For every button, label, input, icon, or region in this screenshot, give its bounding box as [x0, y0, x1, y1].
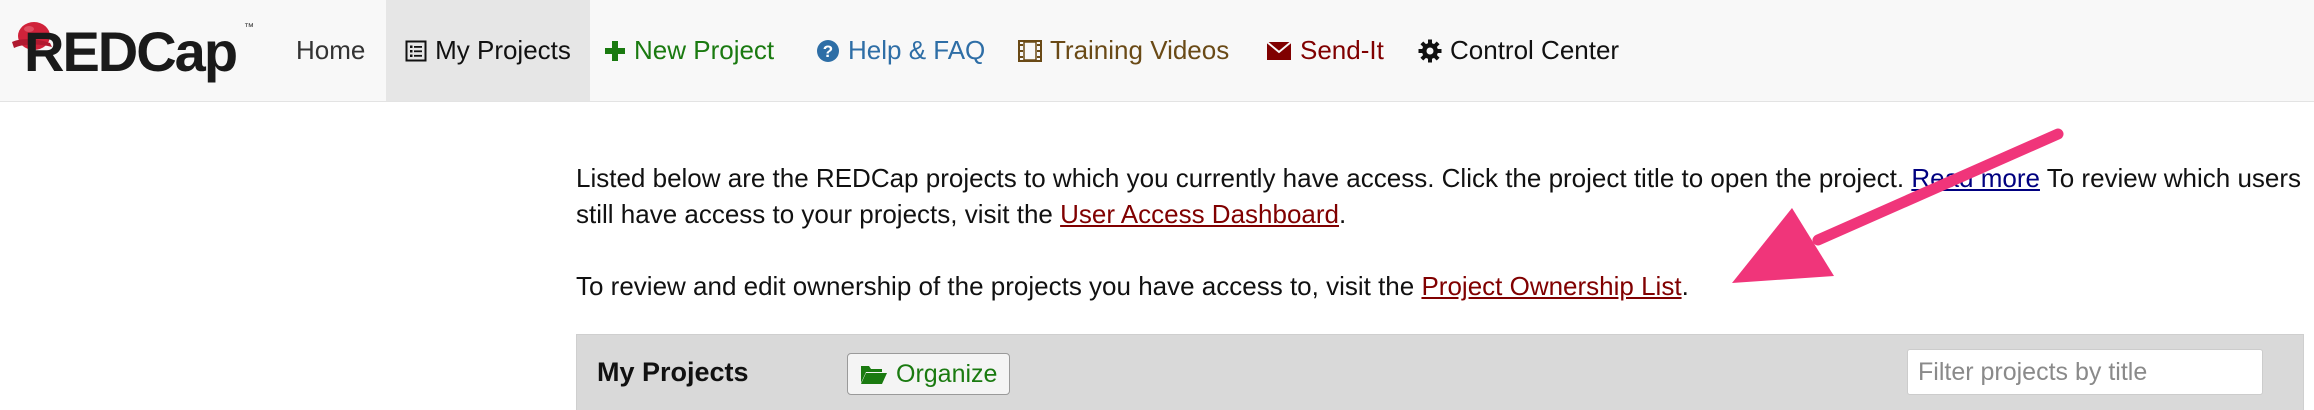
nav-new-project[interactable]: New Project	[604, 0, 774, 101]
my-projects-panel-header: My Projects Organize	[576, 334, 2304, 410]
nav-my-projects[interactable]: My Projects	[386, 0, 590, 101]
film-icon	[1018, 39, 1042, 62]
intro-paragraph-1: Listed below are the REDCap projects to …	[576, 160, 2306, 232]
filter-projects-input[interactable]	[1907, 349, 2263, 395]
nav-help-faq-label: Help & FAQ	[848, 35, 986, 65]
top-navbar: REDCap ™ Home My Projects New Project ? …	[0, 0, 2314, 102]
nav-training-videos-label: Training Videos	[1050, 35, 1230, 65]
user-access-dashboard-link[interactable]: User Access Dashboard	[1060, 199, 1339, 229]
project-ownership-list-link[interactable]: Project Ownership List	[1421, 271, 1681, 301]
ownership-text: To review and edit ownership of the proj…	[576, 271, 1422, 301]
organize-button[interactable]: Organize	[847, 353, 1011, 395]
svg-text:?: ?	[823, 42, 833, 61]
nav-control-center[interactable]: Control Center	[1418, 0, 1619, 101]
intro-paragraph-2: To review and edit ownership of the proj…	[576, 268, 2306, 304]
redcap-logo[interactable]: REDCap ™	[10, 16, 254, 88]
question-circle-icon: ?	[816, 39, 840, 63]
list-icon	[405, 40, 427, 62]
ownership-text-end: .	[1681, 271, 1689, 301]
nav-my-projects-label: My Projects	[435, 35, 571, 65]
logo-trademark: ™	[244, 22, 254, 33]
intro-text: Listed below are the REDCap projects to …	[576, 160, 2306, 304]
nav-home-label: Home	[296, 35, 366, 65]
folder-open-icon	[860, 363, 888, 385]
read-more-link[interactable]: Read more	[1911, 163, 2040, 193]
nav-help-faq[interactable]: ? Help & FAQ	[816, 0, 985, 101]
intro-text-end: .	[1339, 199, 1347, 229]
plus-icon	[604, 40, 626, 62]
nav-new-project-label: New Project	[634, 35, 775, 65]
page: REDCap ™ Home My Projects New Project ? …	[0, 0, 2314, 410]
gear-icon	[1418, 39, 1442, 63]
nav-send-it[interactable]: Send-It	[1266, 0, 1384, 101]
logo-text: REDCap	[24, 20, 238, 83]
intro-text-a: Listed below are the REDCap projects to …	[576, 163, 1912, 193]
organize-label: Organize	[896, 359, 998, 388]
nav-training-videos[interactable]: Training Videos	[1018, 0, 1229, 101]
nav-control-center-label: Control Center	[1450, 35, 1620, 65]
nav-send-it-label: Send-It	[1300, 35, 1384, 65]
envelope-icon	[1266, 40, 1292, 61]
nav-home[interactable]: Home	[296, 0, 365, 101]
panel-title: My Projects	[597, 357, 749, 387]
